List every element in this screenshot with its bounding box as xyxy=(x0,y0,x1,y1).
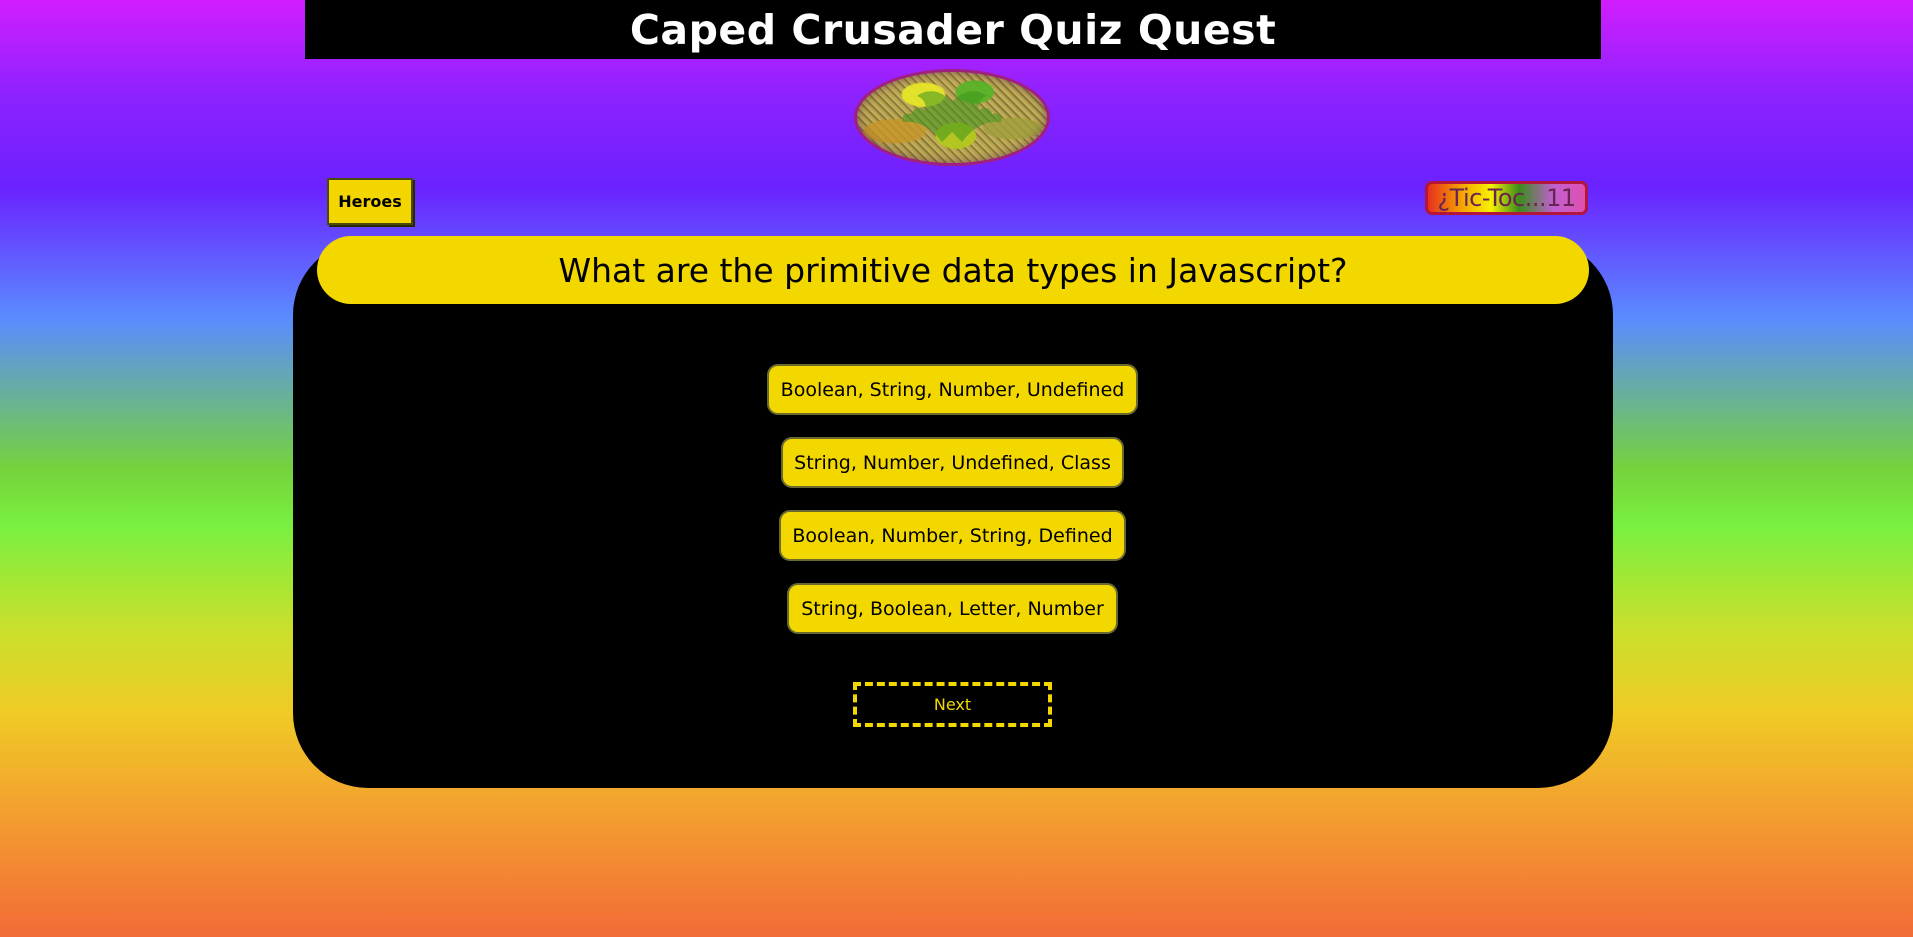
question-banner: What are the primitive data types in Jav… xyxy=(317,236,1589,304)
answer-option-1[interactable]: Boolean, String, Number, Undefined xyxy=(767,364,1138,415)
next-button[interactable]: Next xyxy=(853,682,1052,727)
question-text: What are the primitive data types in Jav… xyxy=(558,250,1348,290)
timer-text: ¿Tic-Toc...11 xyxy=(1437,184,1576,212)
answer-option-3[interactable]: Boolean, Number, String, Defined xyxy=(779,510,1126,561)
page-header: Caped Crusader Quiz Quest xyxy=(305,0,1601,59)
heroes-button[interactable]: Heroes xyxy=(327,178,413,225)
bat-signal-logo xyxy=(854,69,1050,166)
answer-option-4[interactable]: String, Boolean, Letter, Number xyxy=(787,583,1118,634)
page-title: Caped Crusader Quiz Quest xyxy=(629,5,1277,54)
answer-option-2[interactable]: String, Number, Undefined, Class xyxy=(781,437,1124,488)
countdown-timer: ¿Tic-Toc...11 xyxy=(1425,181,1588,215)
bat-signal-icon xyxy=(902,91,1002,142)
